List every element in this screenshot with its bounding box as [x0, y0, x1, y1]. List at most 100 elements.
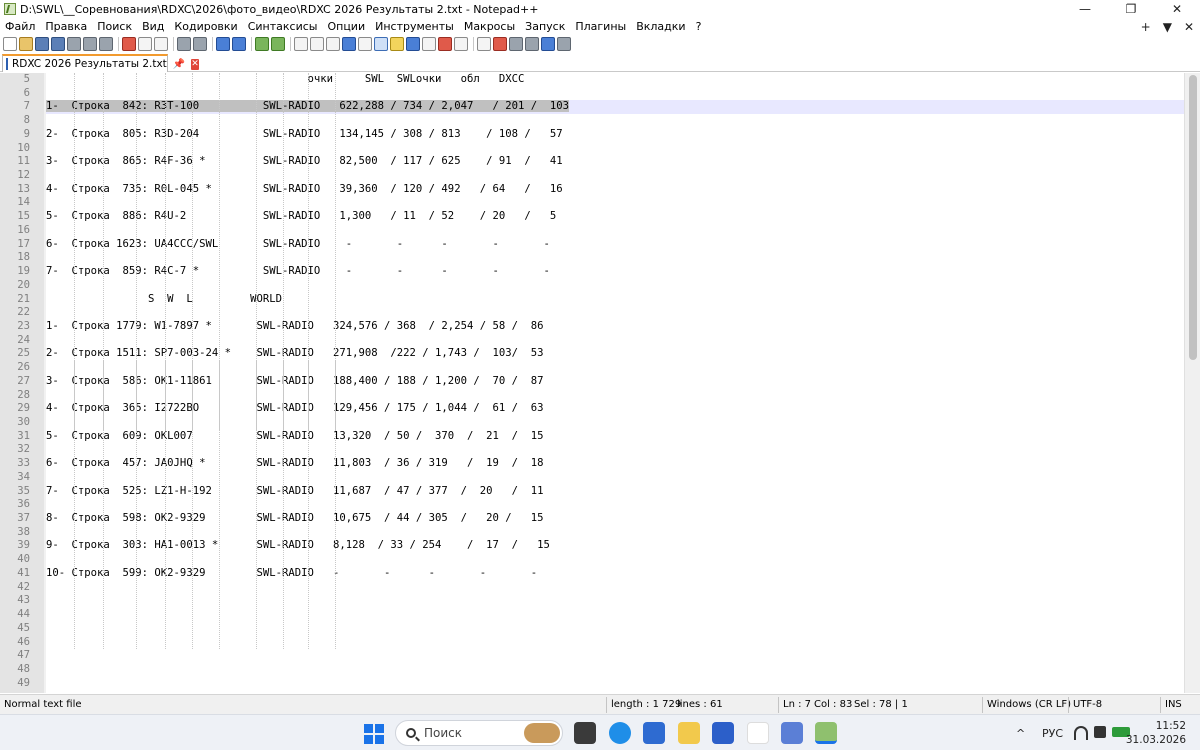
line-number[interactable]: 23 [0, 320, 30, 334]
menu-plugins[interactable]: Плагины [570, 20, 631, 33]
sync-vertical-icon[interactable] [294, 36, 308, 51]
eye-icon[interactable] [477, 36, 491, 51]
close-file-icon[interactable] [67, 36, 81, 51]
line-number[interactable]: 46 [0, 636, 30, 650]
text-line[interactable]: 8- Строка 598: OK2-9329 SWL-RADIO 10,675… [46, 512, 1184, 526]
status-insert-mode[interactable]: INS [1161, 695, 1182, 715]
current-text-line[interactable]: 1- Строка 842: R3T-100 SWL-RADIO 622,288… [46, 100, 1184, 115]
text-line[interactable]: 5- Строка 886: R4U-2 SWL-RADIO 1,300 / 1… [46, 210, 1184, 224]
menu-file[interactable]: Файл [0, 20, 40, 33]
record-macro-icon[interactable] [493, 36, 507, 51]
line-number[interactable]: 15 [0, 210, 30, 224]
line-number[interactable]: 47 [0, 649, 30, 663]
pinned-app-icon[interactable] [712, 722, 734, 744]
line-number[interactable]: 48 [0, 663, 30, 677]
close-document-icon[interactable]: ✕ [1184, 20, 1194, 34]
text-line[interactable] [46, 416, 1184, 430]
text-line[interactable]: 2- Строка 805: R3D-204 SWL-RADIO 134,145… [46, 128, 1184, 142]
text-line[interactable] [46, 251, 1184, 265]
paste-icon[interactable] [154, 36, 168, 51]
text-line[interactable] [46, 663, 1184, 677]
redo-icon[interactable] [193, 36, 207, 51]
text-line[interactable] [46, 471, 1184, 485]
text-line[interactable] [46, 306, 1184, 320]
line-number[interactable]: 17 [0, 238, 30, 252]
notepadpp-taskbar-icon[interactable] [815, 722, 837, 744]
line-number[interactable]: 40 [0, 553, 30, 567]
vertical-scrollbar[interactable] [1184, 73, 1200, 693]
save-icon[interactable] [35, 36, 49, 51]
wifi-icon[interactable] [1074, 726, 1088, 740]
menu-encoding[interactable]: Кодировки [169, 20, 242, 33]
text-line[interactable]: 9- Строка 303: HA1-0013 * SWL-RADIO 8,12… [46, 539, 1184, 553]
show-all-characters-icon[interactable] [342, 36, 356, 51]
line-number[interactable]: 29 [0, 402, 30, 416]
menu-search[interactable]: Поиск [92, 20, 137, 33]
text-line[interactable] [46, 361, 1184, 375]
document-map-icon[interactable] [406, 36, 420, 51]
text-line[interactable] [46, 87, 1184, 101]
menu-language[interactable]: Синтаксисы [243, 20, 323, 33]
line-number[interactable]: 42 [0, 581, 30, 595]
taskbar-clock[interactable]: 11:52 31.03.2026 [1126, 719, 1186, 747]
text-line[interactable]: 5- Строка 609: OKL007 SWL-RADIO 13,320 /… [46, 430, 1184, 444]
close-button[interactable]: ✕ [1154, 0, 1200, 18]
line-number[interactable]: 37 [0, 512, 30, 526]
language-indicator[interactable]: РУС [1042, 715, 1063, 750]
line-number[interactable]: 49 [0, 677, 30, 691]
line-number[interactable]: 22 [0, 306, 30, 320]
text-line[interactable] [46, 334, 1184, 348]
menu-macro[interactable]: Макросы [459, 20, 520, 33]
line-number[interactable]: 19 [0, 265, 30, 279]
edge-browser-icon[interactable] [609, 722, 631, 744]
find-icon[interactable] [216, 36, 230, 51]
line-number[interactable]: 10 [0, 142, 30, 156]
text-line[interactable] [46, 553, 1184, 567]
document-tab[interactable]: RDXC 2026 Результаты 2.txt 📌 ✕ [2, 54, 199, 72]
line-number[interactable]: 30 [0, 416, 30, 430]
text-line[interactable]: S W L WORLD [46, 293, 1184, 307]
text-line[interactable] [46, 443, 1184, 457]
line-number[interactable]: 16 [0, 224, 30, 238]
stop-macro-icon[interactable] [509, 36, 523, 51]
line-number[interactable]: 44 [0, 608, 30, 622]
text-line[interactable]: 4- Строка 365: I2722BO SWL-RADIO 129,456… [46, 402, 1184, 416]
menu-window[interactable]: Вкладки [631, 20, 690, 33]
text-line[interactable]: 6- Строка 1623: UA4CCC/SWL SWL-RADIO - -… [46, 238, 1184, 252]
file-explorer-icon[interactable] [678, 722, 700, 744]
line-number[interactable]: 32 [0, 443, 30, 457]
copy-icon[interactable] [138, 36, 152, 51]
line-number-gutter[interactable]: 5 6 7 8 9 10 11 12 13 14 15 16 17 18 19 20 21 22 23 24 25 26 2… [0, 73, 44, 693]
indent-guide-icon[interactable] [374, 36, 388, 51]
new-file-icon[interactable] [3, 36, 17, 51]
replace-icon[interactable] [232, 36, 246, 51]
notepadpp-app-icon[interactable] [4, 3, 16, 15]
line-number[interactable]: 31 [0, 430, 30, 444]
print-icon[interactable] [99, 36, 113, 51]
text-line[interactable] [46, 594, 1184, 608]
taskbar-search-box[interactable]: Поиск [395, 720, 563, 746]
line-number[interactable]: 8 [0, 114, 30, 128]
menu-run[interactable]: Запуск [520, 20, 570, 33]
indent-guide-dropdown-icon[interactable] [358, 36, 372, 51]
line-number[interactable]: 27 [0, 375, 30, 389]
folder-as-workspace-icon[interactable] [438, 36, 452, 51]
text-line[interactable]: 3- Строка 586: OK1-11861 SWL-RADIO 188,4… [46, 375, 1184, 389]
line-number[interactable]: 9 [0, 128, 30, 142]
text-area[interactable]: очки SWL SWLочки обл DXCC 1- Строка 842: … [46, 73, 1184, 693]
close-all-icon[interactable] [83, 36, 97, 51]
zoom-in-icon[interactable] [255, 36, 269, 51]
undo-icon[interactable] [177, 36, 191, 51]
text-line[interactable] [46, 677, 1184, 691]
text-line[interactable] [46, 526, 1184, 540]
line-number[interactable]: 28 [0, 389, 30, 403]
line-number[interactable]: 24 [0, 334, 30, 348]
run-macro-multiple-icon[interactable] [541, 36, 555, 51]
line-number[interactable]: 45 [0, 622, 30, 636]
user-defined-language-icon[interactable] [390, 36, 404, 51]
new-tab-plus-icon[interactable]: + [1141, 20, 1151, 34]
menu-settings[interactable]: Опции [322, 20, 370, 33]
text-line[interactable] [46, 224, 1184, 238]
tray-chevron-icon[interactable]: ^ [1016, 727, 1025, 740]
line-number[interactable]: 18 [0, 251, 30, 265]
